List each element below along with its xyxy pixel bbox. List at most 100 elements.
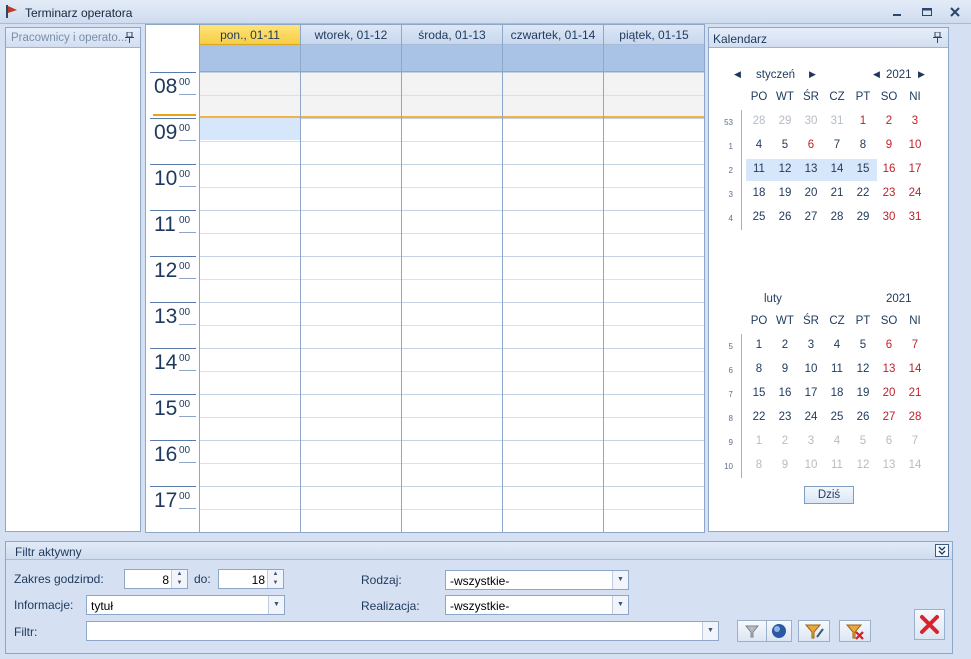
calendar-day[interactable]: 4 — [746, 139, 772, 151]
chevron-down-icon[interactable]: ▼ — [612, 596, 628, 614]
calendar-day[interactable]: 13 — [798, 163, 824, 175]
calendar-day[interactable]: 16 — [876, 163, 902, 175]
all-day-area[interactable] — [503, 45, 603, 72]
calendar-day[interactable]: 8 — [850, 139, 876, 151]
calendar-day[interactable]: 27 — [798, 211, 824, 223]
calendar-day[interactable]: 1 — [746, 339, 772, 351]
prev-year-icon[interactable]: ◀ — [873, 69, 880, 80]
calendar-day[interactable]: 29 — [850, 211, 876, 223]
spin-down-icon[interactable]: ▼ — [172, 579, 187, 588]
day-column[interactable]: piątek, 01-15 — [604, 25, 705, 532]
calendar-day[interactable]: 26 — [772, 211, 798, 223]
month-name[interactable]: styczeń — [756, 69, 795, 81]
calendar-day[interactable]: 31 — [824, 115, 850, 127]
calendar-day[interactable]: 2 — [772, 435, 798, 447]
calendar-day[interactable]: 14 — [824, 163, 850, 175]
calendar-day[interactable]: 27 — [876, 411, 902, 423]
year-label[interactable]: 2021 — [886, 293, 912, 305]
calendar-day[interactable]: 1 — [850, 115, 876, 127]
chevron-down-icon[interactable]: ▼ — [268, 596, 284, 614]
realization-select[interactable]: -wszystkie- ▼ — [445, 595, 629, 615]
calendar-day[interactable]: 7 — [902, 339, 928, 351]
calendar-day[interactable]: 2 — [876, 115, 902, 127]
all-day-area[interactable] — [200, 45, 300, 72]
prev-month-icon[interactable]: ◀ — [734, 69, 741, 80]
calendar-day[interactable]: 11 — [824, 459, 850, 471]
calendar-day[interactable]: 28 — [902, 411, 928, 423]
spin-up-icon[interactable]: ▲ — [172, 570, 187, 579]
calendar-day[interactable]: 22 — [850, 187, 876, 199]
type-select[interactable]: -wszystkie- ▼ — [445, 570, 629, 590]
information-select[interactable]: tytuł ▼ — [86, 595, 285, 615]
calendar-day[interactable]: 23 — [772, 411, 798, 423]
calendar-day[interactable]: 5 — [772, 139, 798, 151]
calendar-day[interactable]: 24 — [902, 187, 928, 199]
chevron-down-icon[interactable]: ▼ — [612, 571, 628, 589]
calendar-day[interactable]: 25 — [746, 211, 772, 223]
all-day-area[interactable] — [604, 45, 704, 72]
edit-filter-button[interactable] — [798, 620, 830, 642]
maximize-button[interactable] — [918, 4, 936, 20]
calendar-day[interactable]: 14 — [902, 459, 928, 471]
minimize-button[interactable] — [888, 4, 906, 20]
collapse-button[interactable] — [935, 544, 949, 557]
apply-filter-button[interactable] — [766, 620, 792, 642]
calendar-day[interactable]: 30 — [798, 115, 824, 127]
calendar-day[interactable]: 10 — [798, 459, 824, 471]
calendar-day[interactable]: 26 — [850, 411, 876, 423]
calendar-day[interactable]: 16 — [772, 387, 798, 399]
calendar-day[interactable]: 19 — [772, 187, 798, 199]
calendar-day[interactable]: 14 — [902, 363, 928, 375]
employees-list[interactable] — [6, 49, 140, 531]
calendar-day[interactable]: 30 — [876, 211, 902, 223]
chevron-down-icon[interactable]: ▼ — [702, 622, 718, 640]
calendar-day[interactable]: 15 — [850, 163, 876, 175]
from-hour-spin-buttons[interactable]: ▲ ▼ — [171, 570, 187, 588]
calendar-day[interactable]: 3 — [798, 339, 824, 351]
day-column[interactable]: czwartek, 01-14 — [503, 25, 604, 532]
calendar-day[interactable]: 9 — [772, 459, 798, 471]
calendar-day[interactable]: 7 — [902, 435, 928, 447]
clear-filter-button[interactable] — [839, 620, 871, 642]
calendar-day[interactable]: 5 — [850, 435, 876, 447]
day-header[interactable]: piątek, 01-15 — [604, 25, 704, 45]
calendar-day[interactable]: 28 — [824, 211, 850, 223]
calendar-day[interactable]: 25 — [824, 411, 850, 423]
calendar-day[interactable]: 21 — [902, 387, 928, 399]
next-month-icon[interactable]: ▶ — [809, 69, 816, 80]
calendar-day[interactable]: 2 — [772, 339, 798, 351]
year-label[interactable]: 2021 — [886, 69, 912, 81]
calendar-day[interactable]: 6 — [876, 339, 902, 351]
calendar-day[interactable]: 18 — [746, 187, 772, 199]
calendar-day[interactable]: 28 — [746, 115, 772, 127]
calendar-day[interactable]: 13 — [876, 363, 902, 375]
calendar-day[interactable]: 9 — [772, 363, 798, 375]
calendar-day[interactable]: 17 — [798, 387, 824, 399]
calendar-day[interactable]: 22 — [746, 411, 772, 423]
calendar-day[interactable]: 13 — [876, 459, 902, 471]
day-header[interactable]: wtorek, 01-12 — [301, 25, 401, 45]
calendar-day[interactable]: 5 — [850, 339, 876, 351]
calendar-day[interactable]: 20 — [798, 187, 824, 199]
month-name[interactable]: luty — [764, 293, 782, 305]
all-day-area[interactable] — [402, 45, 502, 72]
calendar-day[interactable]: 31 — [902, 211, 928, 223]
calendar-day[interactable]: 3 — [798, 435, 824, 447]
calendar-day[interactable]: 4 — [824, 435, 850, 447]
selected-time-slot[interactable] — [200, 118, 300, 140]
calendar-day[interactable]: 6 — [798, 139, 824, 151]
close-button[interactable] — [914, 609, 945, 640]
day-header[interactable]: pon., 01-11 — [200, 25, 300, 45]
today-button[interactable]: Dziś — [804, 486, 854, 504]
calendar-day[interactable]: 24 — [798, 411, 824, 423]
calendar-day[interactable]: 15 — [746, 387, 772, 399]
calendar-day[interactable]: 6 — [876, 435, 902, 447]
calendar-day[interactable]: 29 — [772, 115, 798, 127]
from-hour-spinner[interactable]: 8 ▲ ▼ — [124, 569, 188, 589]
calendar-day[interactable]: 23 — [876, 187, 902, 199]
pin-icon[interactable] — [933, 32, 942, 43]
close-window-button[interactable] — [946, 4, 964, 20]
calendar-day[interactable]: 11 — [746, 163, 772, 175]
filter-input[interactable]: ▼ — [86, 621, 719, 641]
calendar-day[interactable]: 9 — [876, 139, 902, 151]
